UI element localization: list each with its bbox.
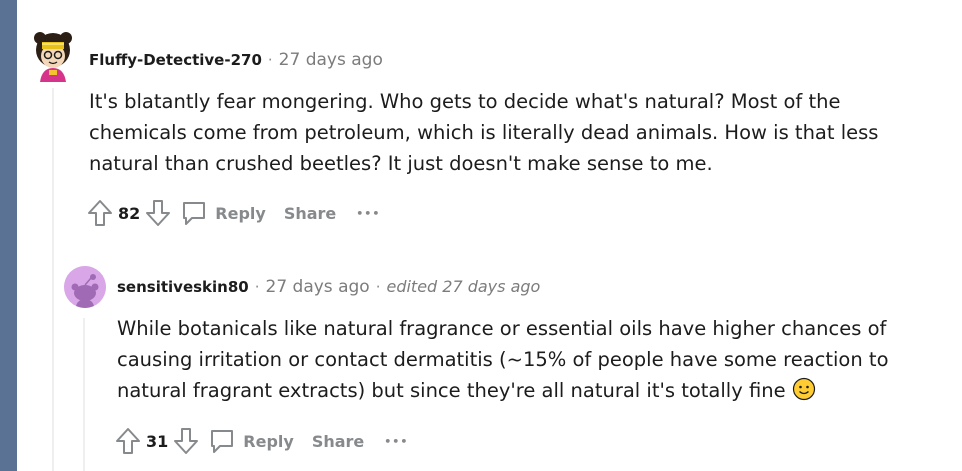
reply-icon[interactable] bbox=[208, 427, 236, 455]
reply-button[interactable]: Reply bbox=[243, 432, 294, 451]
comment-actions: 31 Reply Share ••• bbox=[114, 427, 408, 455]
comment-meta: sensitiveskin80 · 27 days ago · edited 2… bbox=[117, 277, 540, 297]
share-button[interactable]: Share bbox=[284, 204, 336, 223]
vote-count: 31 bbox=[146, 431, 169, 451]
edited-timestamp: edited 27 days ago bbox=[386, 277, 541, 296]
reply-icon[interactable] bbox=[180, 199, 208, 227]
upvote-icon[interactable] bbox=[114, 427, 142, 455]
avatar[interactable] bbox=[64, 266, 106, 308]
comment-meta: Fluffy-Detective-270 · 27 days ago bbox=[89, 50, 383, 70]
left-sidebar-strip bbox=[0, 0, 17, 471]
comment-body: It's blatantly fear mongering. Who gets … bbox=[89, 90, 879, 175]
avatar-image bbox=[34, 32, 72, 82]
downvote-icon[interactable] bbox=[172, 427, 200, 455]
snoo-avatar-icon bbox=[64, 266, 106, 308]
thread-line-2[interactable] bbox=[83, 318, 85, 471]
slightly-smiling-face-icon bbox=[792, 377, 816, 410]
more-options-button[interactable]: ••• bbox=[384, 435, 408, 448]
upvote-icon[interactable] bbox=[86, 199, 114, 227]
thread-line-1[interactable] bbox=[52, 88, 54, 471]
separator-dot: · bbox=[375, 278, 381, 296]
comment-actions: 82 Reply Share ••• bbox=[86, 199, 380, 227]
reply-button[interactable]: Reply bbox=[215, 204, 266, 223]
timestamp[interactable]: 27 days ago bbox=[279, 50, 383, 70]
separator-dot: · bbox=[267, 51, 273, 69]
author-name[interactable]: sensitiveskin80 bbox=[117, 278, 249, 296]
avatar[interactable] bbox=[32, 28, 74, 82]
downvote-icon[interactable] bbox=[144, 199, 172, 227]
vote-count: 82 bbox=[118, 203, 141, 223]
comment-body: While botanicals like natural fragrance … bbox=[117, 313, 907, 410]
more-options-button[interactable]: ••• bbox=[356, 207, 380, 220]
author-name[interactable]: Fluffy-Detective-270 bbox=[89, 51, 262, 69]
share-button[interactable]: Share bbox=[312, 432, 364, 451]
comment-body-text: While botanicals like natural fragrance … bbox=[117, 317, 889, 402]
separator-dot: · bbox=[254, 278, 260, 296]
timestamp[interactable]: 27 days ago bbox=[266, 277, 370, 297]
